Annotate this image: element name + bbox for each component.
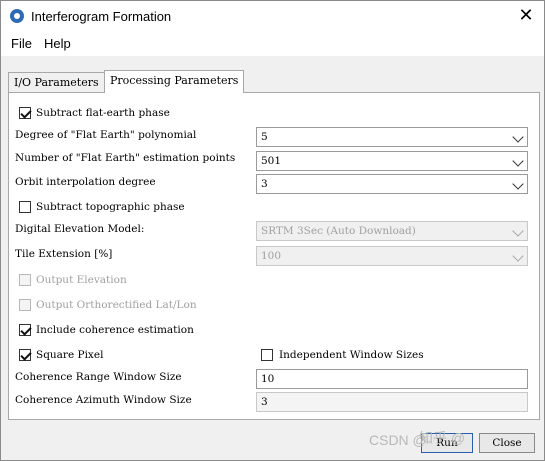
- close-button[interactable]: Close: [479, 433, 535, 453]
- coherence-range-label: Coherence Range Window Size: [15, 371, 182, 383]
- title-bar: Interferogram Formation ✕: [1, 1, 544, 32]
- dem-select[interactable]: SRTM 3Sec (Auto Download): [256, 221, 528, 241]
- subtract-flat-earth-checkbox[interactable]: [19, 107, 31, 119]
- coherence-azimuth-label: Coherence Azimuth Window Size: [15, 394, 192, 406]
- degree-value: 5: [261, 131, 268, 143]
- window-title: Interferogram Formation: [31, 9, 172, 24]
- chevron-down-icon: [512, 155, 524, 167]
- subtract-topo-checkbox[interactable]: [19, 201, 31, 213]
- dem-label: Digital Elevation Model:: [15, 223, 145, 235]
- orbit-value: 3: [261, 178, 268, 190]
- num-points-select[interactable]: 501: [256, 151, 528, 171]
- output-ortho-label: Output Orthorectified Lat/Lon: [36, 299, 197, 311]
- tile-extension-value: 100: [261, 250, 282, 262]
- menu-file[interactable]: File: [11, 36, 32, 51]
- chevron-down-icon: [512, 225, 524, 237]
- app-logo-icon: [10, 9, 24, 23]
- orbit-label: Orbit interpolation degree: [15, 176, 156, 188]
- num-points-value: 501: [261, 155, 282, 167]
- coherence-azimuth-value: 3: [261, 396, 268, 408]
- chevron-down-icon: [512, 178, 524, 190]
- output-elevation-checkbox[interactable]: [19, 274, 31, 286]
- include-coherence-label: Include coherence estimation: [36, 324, 194, 336]
- output-ortho-checkbox[interactable]: [19, 299, 31, 311]
- dem-value: SRTM 3Sec (Auto Download): [261, 225, 416, 237]
- subtract-flat-earth-label: Subtract flat-earth phase: [36, 107, 170, 119]
- square-pixel-radio[interactable]: [19, 349, 31, 361]
- watermark-text-2: 知乎 @: [419, 430, 466, 446]
- coherence-azimuth-input[interactable]: 3: [256, 392, 528, 412]
- chevron-down-icon: [512, 250, 524, 262]
- tab-processing-parameters[interactable]: Processing Parameters: [104, 70, 245, 93]
- chevron-down-icon: [512, 131, 524, 143]
- tab-io-parameters[interactable]: I/O Parameters: [8, 72, 105, 92]
- close-icon[interactable]: ✕: [517, 6, 535, 24]
- coherence-range-value: 10: [261, 373, 275, 385]
- subtract-topo-label: Subtract topographic phase: [36, 201, 185, 213]
- degree-label: Degree of "Flat Earth" polynomial: [15, 129, 197, 141]
- independent-window-radio[interactable]: [261, 349, 273, 361]
- tile-extension-label: Tile Extension [%]: [15, 248, 113, 260]
- menu-bar: File Help: [1, 32, 544, 56]
- include-coherence-checkbox[interactable]: [19, 324, 31, 336]
- tile-extension-select[interactable]: 100: [256, 246, 528, 266]
- independent-window-label: Independent Window Sizes: [279, 349, 424, 361]
- coherence-range-input[interactable]: 10: [256, 369, 528, 389]
- num-points-label: Number of "Flat Earth" estimation points: [15, 152, 236, 164]
- degree-select[interactable]: 5: [256, 127, 528, 147]
- output-elevation-label: Output Elevation: [36, 274, 127, 286]
- orbit-select[interactable]: 3: [256, 174, 528, 194]
- square-pixel-label: Square Pixel: [36, 349, 104, 361]
- menu-help[interactable]: Help: [44, 36, 71, 51]
